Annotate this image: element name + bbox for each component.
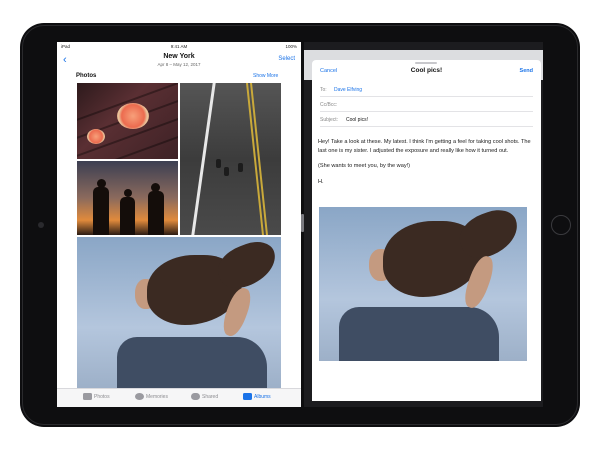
tab-label: Albums (254, 393, 271, 400)
folder-icon (243, 393, 252, 400)
home-button[interactable] (551, 215, 571, 235)
message-body[interactable]: Hey! Take a look at these. My latest. I … (318, 138, 533, 193)
pedestrian (216, 159, 221, 168)
cc-bcc-field[interactable]: Cc/Bcc: (320, 97, 533, 112)
photo-thumbnail-grapefruit[interactable] (77, 83, 178, 159)
body-paragraph: (She wants to meet you, by the way!) (318, 163, 411, 170)
front-camera (38, 222, 44, 228)
tab-memories[interactable]: Memories (135, 393, 168, 400)
tab-label: Photos (94, 393, 110, 400)
section-title: Photos (76, 73, 97, 79)
page-title: New York (163, 53, 195, 60)
body-paragraph: Hey! Take a look at these. My latest. I … (318, 139, 531, 154)
send-button[interactable]: Send (520, 68, 533, 74)
tab-label: Memories (146, 393, 168, 400)
silhouette-body (148, 191, 164, 235)
tab-shared[interactable]: Shared (191, 393, 218, 400)
photos-app-pane: iPad 9:41 AM 100% ‹ New York Apr 8 – May… (57, 42, 301, 407)
photo-thumbnail-road[interactable] (180, 83, 281, 235)
tab-albums[interactable]: Albums (243, 393, 271, 400)
memories-tab-icon (135, 393, 144, 400)
road-line (246, 83, 264, 235)
tab-label: Shared (202, 393, 219, 400)
battery-label: 100% (285, 44, 297, 49)
compose-title: Cool pics! (410, 67, 443, 74)
tab-photos[interactable]: Photos (83, 393, 110, 400)
subject-label: Subject: (320, 117, 339, 123)
photos-nav-bar: ‹ New York Apr 8 – May 12, 2017 Select (57, 50, 301, 70)
silhouette-body (120, 197, 135, 235)
jacket (117, 337, 267, 388)
compose-header: Cancel Cool pics! Send (312, 64, 541, 80)
photos-tab-bar: Photos Memories Shared Albums (57, 388, 301, 407)
compose-sheet: Cancel Cool pics! Send To: Dave Elfving … (312, 60, 541, 401)
date-range: Apr 8 – May 12, 2017 (157, 62, 201, 67)
ipad-screen: iPad 9:41 AM 100% ‹ New York Apr 8 – May… (57, 42, 543, 407)
body-signature: H. (318, 178, 324, 185)
photos-tab-icon (83, 393, 92, 400)
attached-photo[interactable] (319, 207, 527, 361)
silhouette-body (93, 187, 109, 235)
to-field[interactable]: To: Dave Elfving (320, 82, 533, 97)
cc-bcc-label: Cc/Bcc: (320, 102, 338, 108)
to-label: To: (320, 87, 327, 93)
subject-field[interactable]: Subject: Cool pics! (320, 112, 533, 127)
road-line (191, 83, 216, 235)
silhouette-head (124, 189, 132, 197)
show-more-link[interactable]: Show More (253, 73, 278, 79)
grapefruit-half (117, 103, 149, 129)
pedestrian (224, 167, 229, 176)
photo-thumbnail-woman[interactable] (77, 237, 281, 388)
cloud-icon (191, 393, 200, 400)
to-recipient[interactable]: Dave Elfving (334, 87, 362, 93)
clock-label: 9:41 AM (170, 44, 188, 49)
photo-thumbnail-sunset[interactable] (77, 161, 178, 235)
pedestrian (238, 163, 243, 172)
grapefruit-half (87, 129, 105, 144)
select-button[interactable]: Select (278, 56, 295, 62)
subject-value[interactable]: Cool pics! (346, 117, 368, 123)
status-bar: iPad 9:41 AM 100% (57, 42, 301, 50)
jacket (339, 307, 499, 361)
